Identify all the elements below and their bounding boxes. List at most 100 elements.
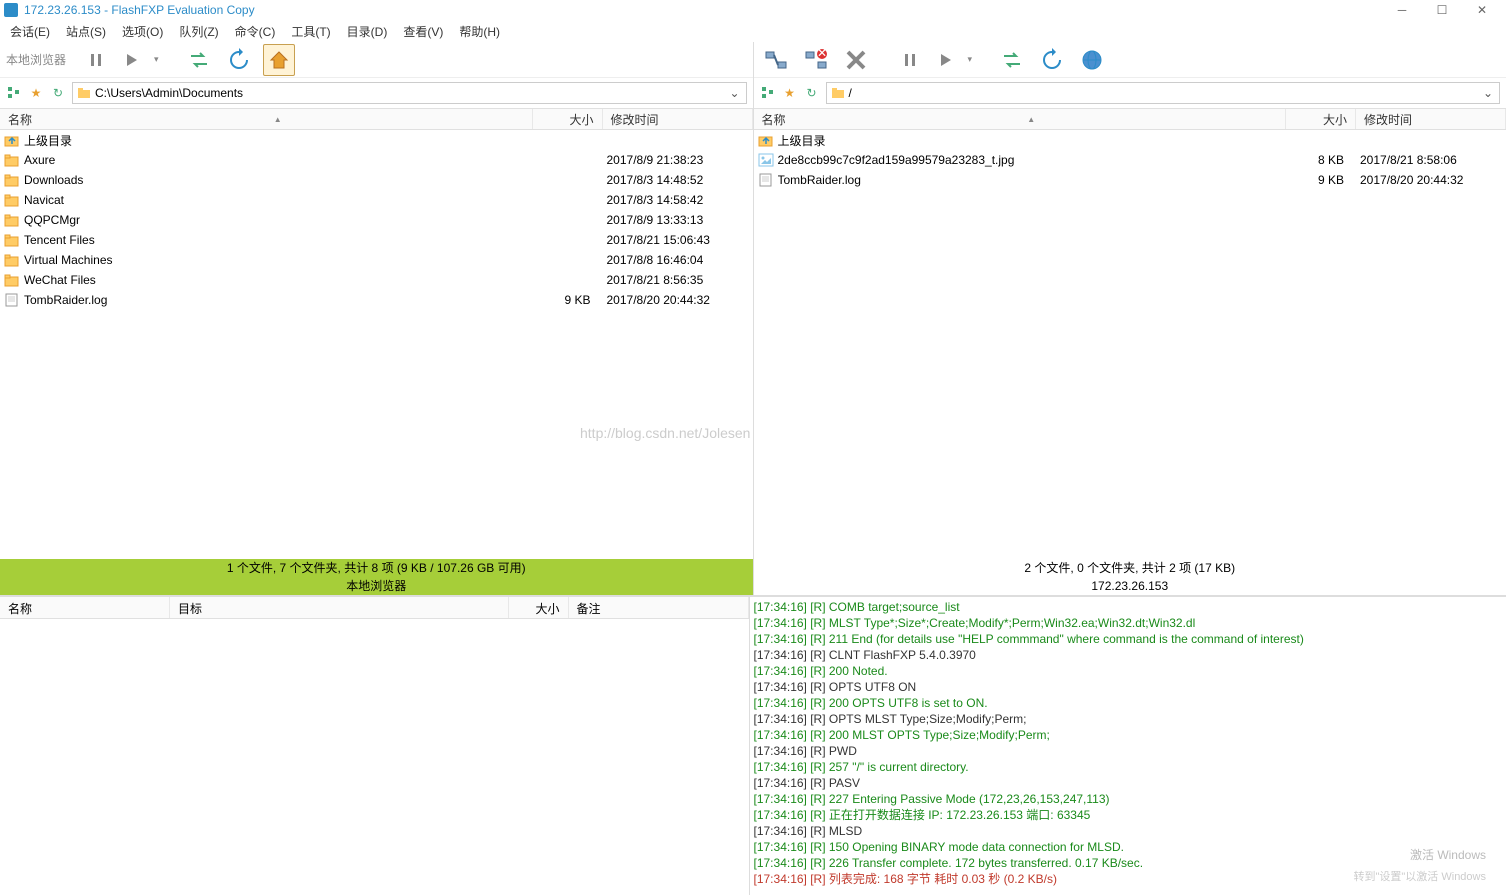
connect-button[interactable] [760, 44, 792, 76]
pause-button[interactable] [82, 46, 110, 74]
col-size[interactable]: 大小 [1286, 109, 1356, 129]
updir-row[interactable]: 上级目录 [754, 130, 1506, 150]
pause-button[interactable] [896, 46, 924, 74]
remote-addrbar: ★ ↻ / ⌄ [754, 78, 1506, 108]
disconnect-button[interactable]: ✕ [800, 44, 832, 76]
col-name[interactable]: 名称▲ [754, 109, 1287, 129]
menu-item[interactable]: 会话(E) [2, 21, 58, 42]
updir-label: 上级目录 [24, 132, 529, 149]
list-item[interactable]: Tencent Files2017/8/21 15:06:43 [0, 230, 753, 250]
refresh-button[interactable] [1036, 44, 1068, 76]
menu-item[interactable]: 选项(O) [114, 21, 171, 42]
folder-icon [77, 86, 91, 100]
local-status-summary: 1 个文件, 7 个文件夹, 共计 8 项 (9 KB / 107.26 GB … [0, 559, 753, 577]
app-icon [4, 3, 18, 17]
play-button[interactable] [932, 46, 960, 74]
file-date: 2017/8/3 14:58:42 [599, 193, 749, 207]
folder-icon [4, 153, 20, 167]
log-line: [17:34:16] [R] 227 Entering Passive Mode… [754, 791, 1503, 807]
menubar: 会话(E)站点(S)选项(O)队列(Z)命令(C)工具(T)目录(D)查看(V)… [0, 20, 1506, 42]
tree-icon[interactable] [760, 85, 776, 101]
qcol-note[interactable]: 备注 [569, 597, 749, 618]
remote-path-combo[interactable]: / ⌄ [826, 82, 1501, 104]
list-item[interactable]: TombRaider.log9 KB2017/8/20 20:44:32 [754, 170, 1506, 190]
abort-button[interactable] [840, 44, 872, 76]
local-path-combo[interactable]: C:\Users\Admin\Documents ⌄ [72, 82, 747, 104]
local-file-list[interactable]: 上级目录Axure2017/8/9 21:38:23Downloads2017/… [0, 130, 753, 559]
list-item[interactable]: Virtual Machines2017/8/8 16:46:04 [0, 250, 753, 270]
dropdown-icon[interactable]: ⌄ [1481, 86, 1495, 100]
log-line: [17:34:16] [R] OPTS UTF8 ON [754, 679, 1503, 695]
col-size[interactable]: 大小 [533, 109, 603, 129]
menu-item[interactable]: 站点(S) [58, 21, 114, 42]
list-item[interactable]: Downloads2017/8/3 14:48:52 [0, 170, 753, 190]
file-size: 9 KB [529, 293, 599, 307]
list-item[interactable]: 2de8ccb99c7c9f2ad159a99579a23283_t.jpg8 … [754, 150, 1506, 170]
up-folder-icon [4, 133, 20, 147]
col-date[interactable]: 修改时间 [603, 109, 753, 129]
list-item[interactable]: QQPCMgr2017/8/9 13:33:13 [0, 210, 753, 230]
home-button[interactable] [263, 44, 295, 76]
log-line: [17:34:16] [R] CLNT FlashFXP 5.4.0.3970 [754, 647, 1503, 663]
dropdown-icon[interactable]: ▾ [154, 54, 159, 65]
file-icon [4, 293, 20, 307]
log-line: [17:34:16] [R] 257 "/" is current direct… [754, 759, 1503, 775]
dropdown-icon[interactable]: ▾ [968, 54, 973, 65]
tree-icon[interactable] [6, 85, 22, 101]
log-pane[interactable]: [17:34:16] [R] COMB target;source_list[1… [750, 597, 1506, 895]
dropdown-icon[interactable]: ⌄ [728, 86, 742, 100]
qcol-target[interactable]: 目标 [170, 597, 509, 618]
globe-button[interactable] [1076, 44, 1108, 76]
menu-item[interactable]: 帮助(H) [451, 21, 508, 42]
up-folder-icon [758, 133, 774, 147]
menu-item[interactable]: 查看(V) [395, 21, 451, 42]
remote-status-summary: 2 个文件, 0 个文件夹, 共计 2 项 (17 KB) [754, 559, 1506, 577]
remote-path: / [849, 86, 1482, 100]
remote-pane: ✕ ▾ ★ ↻ / ⌄ 名称▲ 大小 修改时间 上级目录2de8c [754, 42, 1506, 595]
list-item[interactable]: TombRaider.log9 KB2017/8/20 20:44:32 [0, 290, 753, 310]
play-button[interactable] [118, 46, 146, 74]
favorite-icon[interactable]: ★ [782, 85, 798, 101]
file-size: 8 KB [1282, 153, 1352, 167]
transfer-button[interactable] [183, 44, 215, 76]
file-name: Navicat [24, 193, 529, 207]
file-name: Tencent Files [24, 233, 529, 247]
remote-status-label: 172.23.26.153 [754, 577, 1506, 595]
file-name: TombRaider.log [778, 173, 1283, 187]
favorite-icon[interactable]: ★ [28, 85, 44, 101]
folder-icon [4, 253, 20, 267]
maximize-button[interactable]: ☐ [1422, 0, 1462, 20]
queue-pane: 名称 目标 大小 备注 [0, 597, 750, 895]
remote-file-list[interactable]: 上级目录2de8ccb99c7c9f2ad159a99579a23283_t.j… [754, 130, 1506, 559]
log-line: [17:34:16] [R] PWD [754, 743, 1503, 759]
menu-item[interactable]: 工具(T) [283, 21, 338, 42]
menu-item[interactable]: 命令(C) [227, 21, 284, 42]
folder-icon [4, 193, 20, 207]
refresh-button[interactable] [223, 44, 255, 76]
log-line: [17:34:16] [R] 200 OPTS UTF8 is set to O… [754, 695, 1503, 711]
col-name[interactable]: 名称▲ [0, 109, 533, 129]
folder-icon [4, 273, 20, 287]
titlebar: 172.23.26.153 - FlashFXP Evaluation Copy… [0, 0, 1506, 20]
transfer-button[interactable] [996, 44, 1028, 76]
image-icon [758, 153, 774, 167]
qcol-size[interactable]: 大小 [509, 597, 569, 618]
updir-row[interactable]: 上级目录 [0, 130, 753, 150]
queue-body[interactable] [0, 619, 749, 895]
log-line: [17:34:16] [R] MLSD [754, 823, 1503, 839]
file-name: Downloads [24, 173, 529, 187]
menu-item[interactable]: 队列(Z) [171, 21, 226, 42]
qcol-name[interactable]: 名称 [0, 597, 170, 618]
file-name: 2de8ccb99c7c9f2ad159a99579a23283_t.jpg [778, 153, 1283, 167]
up-arrow-icon[interactable]: ↻ [50, 85, 66, 101]
folder-icon [4, 233, 20, 247]
list-item[interactable]: Navicat 2017/8/3 14:58:42 [0, 190, 753, 210]
up-arrow-icon[interactable]: ↻ [804, 85, 820, 101]
remote-toolbar: ✕ ▾ [754, 42, 1506, 78]
list-item[interactable]: Axure2017/8/9 21:38:23 [0, 150, 753, 170]
col-date[interactable]: 修改时间 [1356, 109, 1506, 129]
list-item[interactable]: WeChat Files2017/8/21 8:56:35 [0, 270, 753, 290]
minimize-button[interactable]: ─ [1382, 0, 1422, 20]
close-button[interactable]: ✕ [1462, 0, 1502, 20]
menu-item[interactable]: 目录(D) [339, 21, 396, 42]
